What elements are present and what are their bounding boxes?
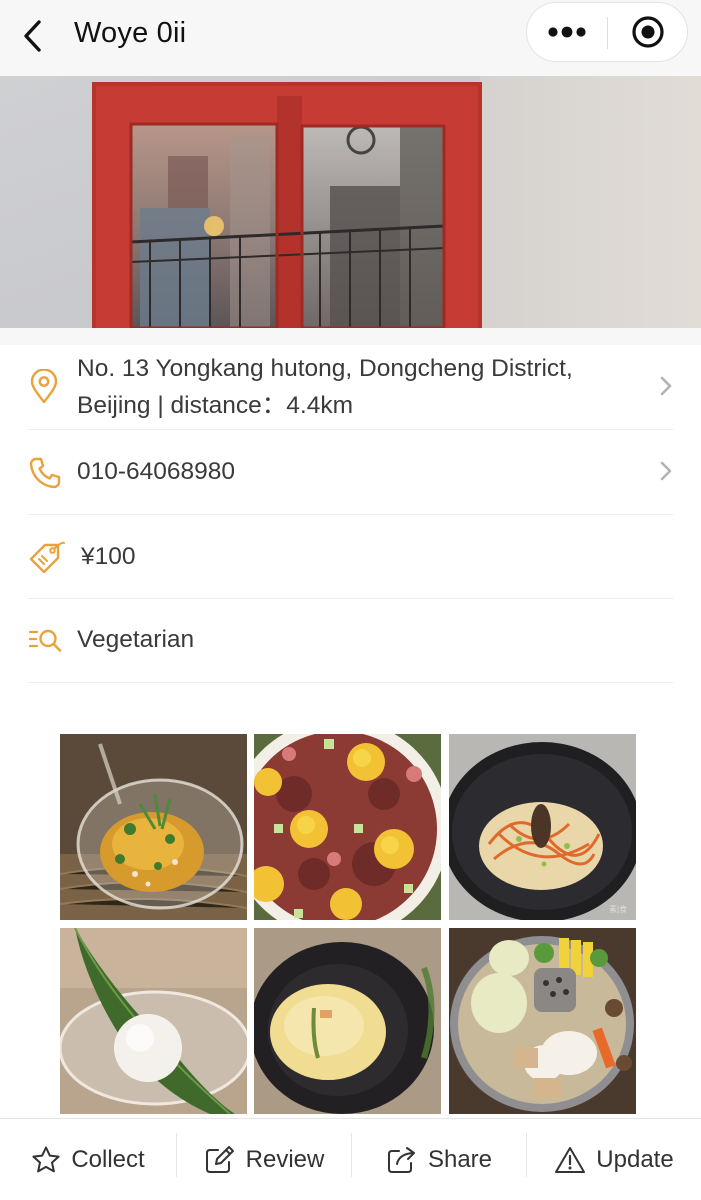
- collect-button[interactable]: Collect: [0, 1119, 176, 1200]
- top-nav-bar: Woye 0ii: [0, 0, 701, 76]
- price-text: ¥100: [81, 543, 136, 570]
- star-icon: [32, 1146, 60, 1173]
- phone-icon: [29, 457, 61, 489]
- phone-number: 010-64068980: [77, 458, 236, 485]
- dish-photo[interactable]: 素|食: [449, 734, 636, 920]
- dish-photo[interactable]: [254, 928, 441, 1114]
- collect-label: Collect: [71, 1146, 145, 1173]
- price-row: ¥100: [28, 515, 673, 599]
- chevron-right-icon: [660, 376, 672, 396]
- address-text: No. 13 Yongkang hutong, Dongcheng Distri…: [77, 355, 573, 419]
- dish-photo[interactable]: [60, 734, 247, 920]
- more-button[interactable]: [527, 3, 607, 61]
- update-label: Update: [596, 1146, 674, 1173]
- mini-program-capsule: [526, 2, 688, 62]
- chevron-left-icon: [24, 20, 41, 52]
- warning-icon: [555, 1147, 586, 1173]
- chevron-right-icon: [660, 461, 672, 481]
- dish-photo[interactable]: [449, 928, 636, 1114]
- restaurant-info-card: No. 13 Yongkang hutong, Dongcheng Distri…: [0, 345, 701, 1118]
- search-list-icon: [28, 629, 62, 652]
- share-icon: [387, 1147, 415, 1173]
- dish-photo[interactable]: [254, 734, 441, 920]
- cuisine-text: Vegetarian: [77, 626, 195, 653]
- close-mini-program-button[interactable]: [608, 3, 688, 61]
- more-dots-icon: [548, 26, 586, 38]
- page-title: Woye 0ii: [74, 17, 187, 49]
- location-pin-icon: [30, 369, 58, 404]
- bottom-action-bar: Collect Review Share Update: [0, 1118, 701, 1200]
- review-button[interactable]: Review: [177, 1119, 351, 1200]
- share-button[interactable]: Share: [352, 1119, 526, 1200]
- edit-icon: [205, 1146, 234, 1173]
- storefront-window-image: [0, 76, 701, 328]
- dish-photo[interactable]: [60, 928, 247, 1114]
- svg-text:素|食: 素|食: [609, 904, 627, 914]
- dish-photo-gallery: 素|食: [60, 734, 636, 1120]
- target-circle-icon: [632, 16, 664, 48]
- phone-row[interactable]: 010-64068980: [28, 430, 673, 515]
- share-label: Share: [427, 1146, 493, 1173]
- back-button[interactable]: [14, 16, 50, 56]
- restaurant-hero-image[interactable]: [0, 76, 701, 328]
- cuisine-row: Vegetarian: [28, 599, 673, 683]
- review-label: Review: [245, 1146, 325, 1173]
- update-button[interactable]: Update: [527, 1119, 701, 1200]
- price-tag-icon: [29, 541, 65, 573]
- address-row[interactable]: No. 13 Yongkang hutong, Dongcheng Distri…: [28, 345, 673, 430]
